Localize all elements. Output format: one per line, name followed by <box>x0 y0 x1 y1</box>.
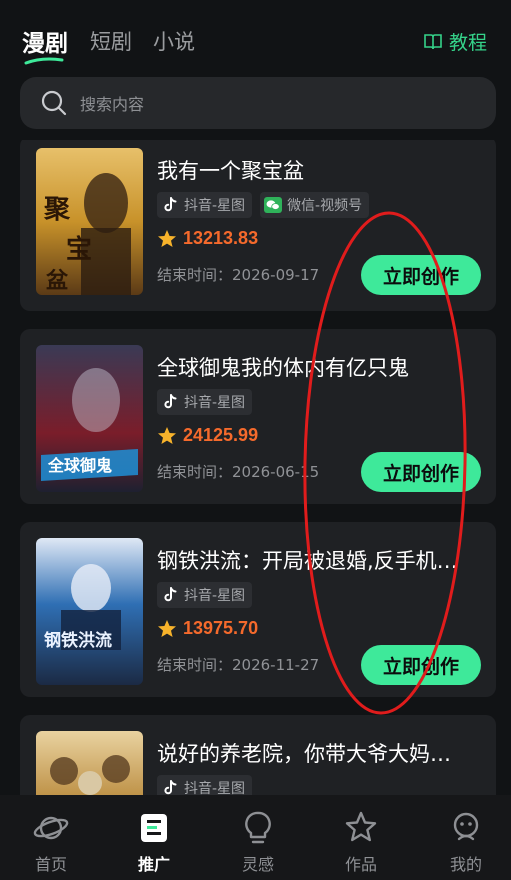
book-icon <box>424 33 442 49</box>
item-title: 全球御鬼我的体内有亿只鬼 <box>157 356 409 380</box>
list-item[interactable]: 全球御鬼 全球御鬼我的体内有亿只鬼 抖音-星图 24125.99 结束时间：20… <box>20 329 496 504</box>
item-title: 说好的养老院，你带大爷大妈… <box>157 742 451 766</box>
platform-tags: 抖音-星图 微信-视频号 <box>157 192 370 218</box>
planet-icon <box>33 816 69 840</box>
score: 13213.83 <box>157 228 258 249</box>
score-value: 13975.70 <box>183 618 259 638</box>
platform-tag: 抖音-星图 <box>157 389 253 415</box>
cover-image: 聚 宝 盆 <box>36 148 143 295</box>
svg-text:宝: 宝 <box>66 234 92 265</box>
star-icon <box>158 229 176 247</box>
end-time: 结束时间：2026-11-27 <box>157 656 320 674</box>
profile-icon <box>453 812 479 841</box>
promote-icon <box>141 814 167 842</box>
tab-manju[interactable]: 漫剧 <box>22 24 68 58</box>
svg-text:钢铁洪流: 钢铁洪流 <box>44 630 112 651</box>
tutorial-label: 教程 <box>448 32 487 54</box>
tabbar-inspiration[interactable]: 灵感 <box>222 809 294 875</box>
create-now-button[interactable]: 立即创作 <box>361 645 481 685</box>
platform-tag: 抖音-星图 <box>157 775 253 795</box>
douyin-icon <box>161 779 179 795</box>
bulb-icon <box>245 811 271 844</box>
score: 24125.99 <box>157 425 258 446</box>
list-item[interactable]: 说好的养老院，你带大爷大妈… 抖音-星图 <box>20 715 496 795</box>
item-title: 钢铁洪流：开局被退婚,反手机… <box>157 549 458 573</box>
list-item[interactable]: 钢铁洪流 钢铁洪流：开局被退婚,反手机… 抖音-星图 13975.70 结束时间… <box>20 522 496 697</box>
star-icon <box>158 426 176 444</box>
score-value: 24125.99 <box>183 425 259 445</box>
douyin-icon <box>161 196 179 214</box>
tabbar-promote[interactable]: 推广 <box>118 809 190 875</box>
cover-image: 全球御鬼 <box>36 345 143 492</box>
platform-tag: 抖音-星图 <box>157 192 253 218</box>
tab-duanju[interactable]: 短剧 <box>90 26 132 56</box>
end-time: 结束时间：2026-09-17 <box>157 266 320 284</box>
create-now-button[interactable]: 立即创作 <box>361 255 481 295</box>
star-icon <box>158 619 176 637</box>
tabbar-profile[interactable]: 我的 <box>430 809 502 875</box>
platform-tag: 抖音-星图 <box>157 582 253 608</box>
top-bar: 漫剧 短剧 小说 教程 <box>0 0 511 76</box>
tutorial-link[interactable]: 教程 <box>423 28 487 55</box>
active-tab-underline <box>24 57 64 65</box>
search-bar[interactable]: 搜索内容 <box>20 77 496 129</box>
platform-tags: 抖音-星图 <box>157 582 253 608</box>
platform-tags: 抖音-星图 <box>157 775 253 795</box>
platform-tag: 微信-视频号 <box>260 192 370 218</box>
item-title: 我有一个聚宝盆 <box>157 159 304 183</box>
cover-image: 钢铁洪流 <box>36 538 143 685</box>
bottom-tab-bar: 首页 推广 灵感 作品 我的 <box>0 795 511 880</box>
star-outline-icon <box>345 811 377 842</box>
tabbar-works[interactable]: 作品 <box>325 809 397 875</box>
cover-image <box>36 731 143 795</box>
list-item[interactable]: 聚 宝 盆 我有一个聚宝盆 抖音-星图 微信-视频号 13213.83 结束时间… <box>20 140 496 311</box>
platform-tags: 抖音-星图 <box>157 389 253 415</box>
score-value: 13213.83 <box>183 228 259 248</box>
search-placeholder: 搜索内容 <box>80 95 145 114</box>
content-list[interactable]: 聚 宝 盆 我有一个聚宝盆 抖音-星图 微信-视频号 13213.83 结束时间… <box>20 140 496 795</box>
svg-text:全球御鬼: 全球御鬼 <box>47 456 112 475</box>
douyin-icon <box>161 393 179 411</box>
svg-text:盆: 盆 <box>46 268 69 294</box>
search-icon <box>41 90 67 116</box>
svg-text:聚: 聚 <box>43 195 71 225</box>
wechat-icon <box>264 196 283 214</box>
douyin-icon <box>161 586 179 604</box>
end-time: 结束时间：2026-06-15 <box>157 463 320 481</box>
tab-xiaoshuo[interactable]: 小说 <box>153 26 195 56</box>
score: 13975.70 <box>157 618 258 639</box>
tabbar-home[interactable]: 首页 <box>15 809 87 875</box>
create-now-button[interactable]: 立即创作 <box>361 452 481 492</box>
